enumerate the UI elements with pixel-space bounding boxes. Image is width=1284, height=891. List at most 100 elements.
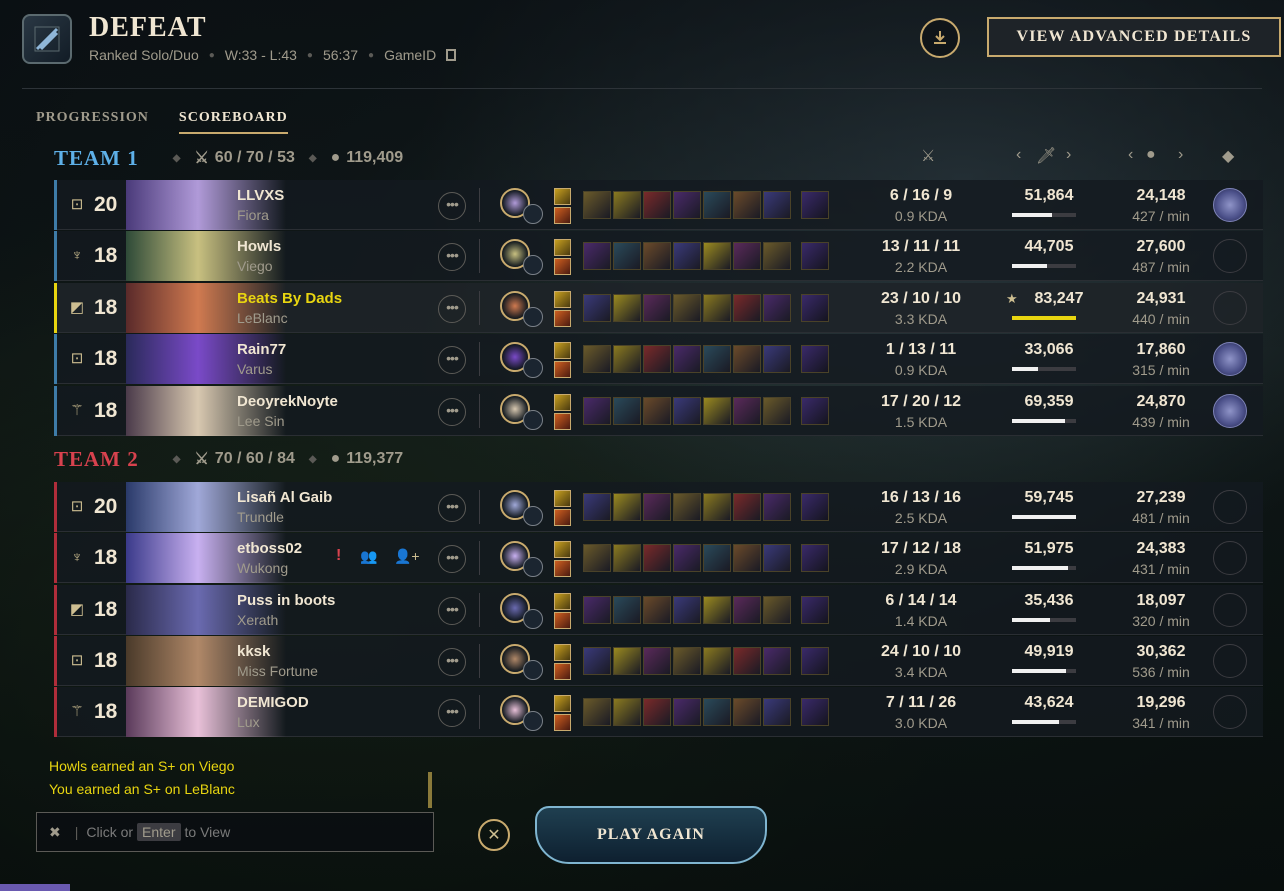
summoner-spell-icon[interactable]: [554, 188, 571, 205]
summoner-spell-icon[interactable]: [554, 541, 571, 558]
secondary-rune-icon[interactable]: [523, 410, 543, 430]
summoner-spell-icon[interactable]: [554, 612, 571, 629]
more-options-button[interactable]: •••: [438, 648, 466, 676]
close-button[interactable]: ✕: [478, 819, 510, 851]
item-icon[interactable]: [643, 191, 671, 219]
player-name[interactable]: Puss in boots: [237, 592, 335, 609]
player-name[interactable]: DEMIGOD: [237, 694, 309, 711]
item-icon[interactable]: [733, 698, 761, 726]
summoner-spell-icon[interactable]: [554, 509, 571, 526]
item-icon[interactable]: [673, 647, 701, 675]
player-name[interactable]: LLVXS: [237, 187, 284, 204]
item-icon[interactable]: [643, 596, 671, 624]
more-options-button[interactable]: •••: [438, 398, 466, 426]
item-icon[interactable]: [763, 345, 791, 373]
item-icon[interactable]: [643, 544, 671, 572]
trinket-icon[interactable]: [801, 397, 829, 425]
summoner-spell-icon[interactable]: [554, 695, 571, 712]
summoner-spell-icon[interactable]: [554, 663, 571, 680]
more-options-button[interactable]: •••: [438, 295, 466, 323]
player-row[interactable]: ◩ 18 Beats By Dads LeBlanc ••• 23 / 10 / 10 3.…: [54, 283, 1263, 333]
game-id-label[interactable]: GameID: [384, 47, 436, 63]
item-icon[interactable]: [763, 191, 791, 219]
item-icon[interactable]: [613, 191, 641, 219]
trinket-icon[interactable]: [801, 596, 829, 624]
item-icon[interactable]: [673, 698, 701, 726]
item-icon[interactable]: [703, 698, 731, 726]
trinket-icon[interactable]: [801, 345, 829, 373]
item-icon[interactable]: [583, 191, 611, 219]
item-icon[interactable]: [763, 698, 791, 726]
item-icon[interactable]: [673, 345, 701, 373]
add-friend-icon[interactable]: 👤+: [394, 548, 420, 565]
item-icon[interactable]: [733, 191, 761, 219]
item-icon[interactable]: [643, 397, 671, 425]
item-icon[interactable]: [643, 647, 671, 675]
trinket-icon[interactable]: [801, 544, 829, 572]
item-icon[interactable]: [613, 493, 641, 521]
summoner-spell-icon[interactable]: [554, 361, 571, 378]
item-icon[interactable]: [703, 647, 731, 675]
item-icon[interactable]: [583, 544, 611, 572]
player-name[interactable]: kksk: [237, 643, 270, 660]
item-icon[interactable]: [703, 294, 731, 322]
more-options-button[interactable]: •••: [438, 346, 466, 374]
player-row[interactable]: ⊡ 20 LLVXS Fiora ••• 6 / 16 / 9 0.9 KDA 51,864 2…: [54, 180, 1263, 230]
secondary-rune-icon[interactable]: [523, 255, 543, 275]
item-icon[interactable]: [673, 493, 701, 521]
item-icon[interactable]: [703, 544, 731, 572]
item-icon[interactable]: [703, 397, 731, 425]
chat-scrollbar[interactable]: [428, 772, 432, 808]
more-options-button[interactable]: •••: [438, 545, 466, 573]
item-icon[interactable]: [583, 294, 611, 322]
item-icon[interactable]: [583, 345, 611, 373]
item-icon[interactable]: [763, 647, 791, 675]
summoner-spell-icon[interactable]: [554, 258, 571, 275]
item-icon[interactable]: [613, 242, 641, 270]
play-again-button[interactable]: PLAY AGAIN: [535, 806, 767, 864]
item-icon[interactable]: [613, 544, 641, 572]
item-icon[interactable]: [643, 345, 671, 373]
summoner-spell-icon[interactable]: [554, 644, 571, 661]
item-icon[interactable]: [703, 242, 731, 270]
player-name[interactable]: DeoyrekNoyte: [237, 393, 338, 410]
more-options-button[interactable]: •••: [438, 494, 466, 522]
item-icon[interactable]: [583, 698, 611, 726]
item-icon[interactable]: [613, 397, 641, 425]
player-row[interactable]: ♆ 18 etboss02 Wukong! 👥 👤+ ••• 17 / 12 / 18 2.9 …: [54, 533, 1263, 583]
item-icon[interactable]: [583, 596, 611, 624]
item-icon[interactable]: [703, 493, 731, 521]
item-icon[interactable]: [763, 242, 791, 270]
trinket-icon[interactable]: [801, 493, 829, 521]
player-name[interactable]: etboss02: [237, 540, 302, 557]
gold-next-icon[interactable]: ›: [1178, 146, 1183, 164]
item-icon[interactable]: [613, 596, 641, 624]
player-row[interactable]: ⚚ 18 DEMIGOD Lux ••• 7 / 11 / 26 3.0 KDA 43,624…: [54, 687, 1263, 737]
report-icon[interactable]: !: [336, 547, 341, 565]
item-icon[interactable]: [673, 397, 701, 425]
summoner-spell-icon[interactable]: [554, 490, 571, 507]
more-options-button[interactable]: •••: [438, 243, 466, 271]
item-icon[interactable]: [583, 242, 611, 270]
honor-button[interactable]: [1213, 541, 1247, 575]
honor-badge-icon[interactable]: [1213, 188, 1247, 222]
damage-prev-icon[interactable]: ‹: [1016, 146, 1021, 164]
secondary-rune-icon[interactable]: [523, 557, 543, 577]
honor-button[interactable]: [1213, 291, 1247, 325]
item-icon[interactable]: [733, 242, 761, 270]
view-advanced-details-button[interactable]: VIEW ADVANCED DETAILS: [987, 17, 1281, 57]
secondary-rune-icon[interactable]: [523, 660, 543, 680]
chat-input[interactable]: ✖ | Click or Enter to View: [36, 812, 434, 852]
item-icon[interactable]: [583, 397, 611, 425]
secondary-rune-icon[interactable]: [523, 358, 543, 378]
honor-button[interactable]: [1213, 490, 1247, 524]
damage-next-icon[interactable]: ›: [1066, 146, 1071, 164]
trinket-icon[interactable]: [801, 647, 829, 675]
summoner-spell-icon[interactable]: [554, 207, 571, 224]
more-options-button[interactable]: •••: [438, 699, 466, 727]
player-row[interactable]: ⊡ 18 Rain77 Varus ••• 1 / 13 / 11 0.9 KDA 33,06…: [54, 334, 1263, 384]
item-icon[interactable]: [763, 544, 791, 572]
tab-scoreboard[interactable]: SCOREBOARD: [178, 110, 288, 134]
item-icon[interactable]: [763, 493, 791, 521]
item-icon[interactable]: [733, 647, 761, 675]
